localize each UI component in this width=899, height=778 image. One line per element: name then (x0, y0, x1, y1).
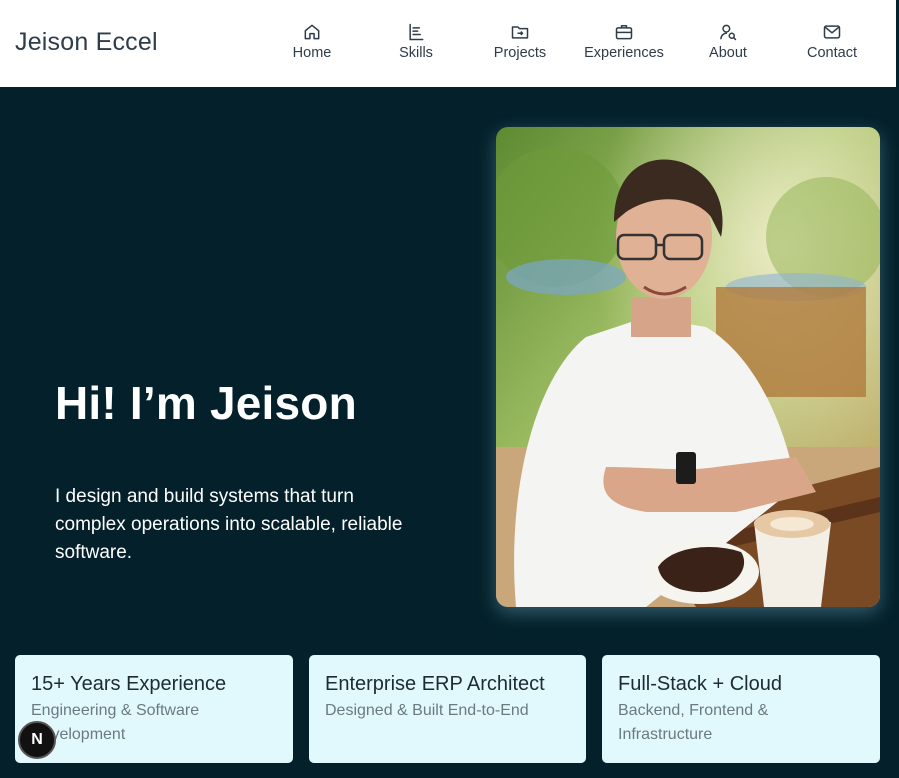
home-icon (304, 24, 320, 40)
dev-tools-badge[interactable]: N (18, 721, 56, 759)
top-navigation-bar: Jeison Eccel Home Skills Projects Experi… (0, 0, 896, 87)
nav-experiences-label: Experiences (584, 45, 664, 61)
briefcase-icon (615, 25, 633, 40)
stat-card-experience: 15+ Years Experience Engineering & Softw… (15, 655, 293, 763)
nav-skills[interactable]: Skills (368, 22, 464, 61)
hero-title: Hi! I’m Jeison (55, 377, 357, 429)
folder-icon (511, 26, 529, 39)
stat-card-erp: Enterprise ERP Architect Designed & Buil… (309, 655, 586, 763)
nav-skills-label: Skills (399, 45, 433, 61)
card-subtitle: Engineering & Software Development (31, 702, 200, 743)
card-subtitle: Backend, Frontend & Infrastructure (618, 702, 769, 743)
stat-card-fullstack: Full-Stack + Cloud Backend, Frontend & I… (602, 655, 880, 763)
nav-contact-label: Contact (807, 45, 857, 61)
nav-about[interactable]: About (680, 22, 776, 61)
nav-projects[interactable]: Projects (472, 22, 568, 61)
card-title: 15+ Years Experience (31, 673, 227, 695)
user-search-icon (720, 24, 737, 41)
profile-photo (496, 127, 880, 607)
skills-icon (409, 23, 424, 41)
card-title: Enterprise ERP Architect (325, 673, 545, 695)
hero-description: I design and build systems that turn com… (55, 486, 403, 563)
card-title: Full-Stack + Cloud (618, 673, 782, 695)
nav-home[interactable]: Home (264, 22, 360, 61)
mail-icon (823, 25, 841, 39)
main-nav: Home Skills Projects Experiences About C… (0, 22, 896, 66)
nav-home-label: Home (292, 45, 332, 61)
nav-experiences[interactable]: Experiences (576, 22, 672, 61)
nav-contact[interactable]: Contact (784, 22, 880, 61)
nav-projects-label: Projects (493, 45, 547, 61)
card-subtitle: Designed & Built End-to-End (325, 702, 529, 719)
nav-about-label: About (709, 45, 747, 61)
